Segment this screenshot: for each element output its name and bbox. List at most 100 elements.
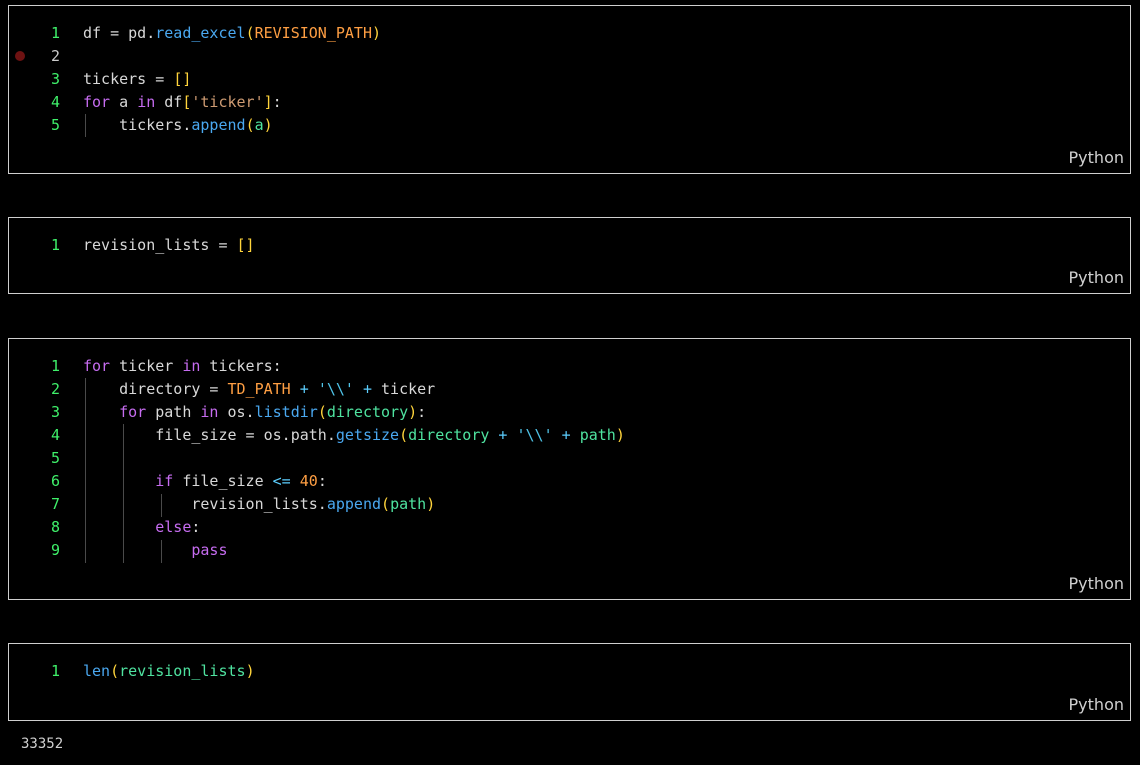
code-line[interactable]: 5: [9, 447, 1130, 470]
code-token: +: [290, 380, 318, 398]
code-token: in: [137, 93, 156, 111]
code-token: ): [615, 426, 625, 444]
code-line[interactable]: 4 file_size = os.path.getsize(directory …: [9, 424, 1130, 447]
line-number: 5: [50, 449, 60, 467]
code-cell-3[interactable]: 1 for ticker in tickers: 2 directory = TD_…: [8, 338, 1131, 600]
code-token: directory =: [83, 380, 228, 398]
line-number: 2: [50, 47, 60, 65]
code-cell-2[interactable]: 1 revision_lists = [] Python: [8, 217, 1131, 294]
code-token: listdir: [254, 403, 318, 421]
code-token: df = pd.: [83, 24, 156, 42]
code-token: ): [263, 116, 273, 134]
code-line[interactable]: 6 if file_size <= 40:: [9, 470, 1130, 493]
code-line[interactable]: 1 df = pd.read_excel(REVISION_PATH): [9, 22, 1130, 45]
code-token: []: [173, 70, 192, 88]
line-number: 9: [50, 541, 60, 559]
code-token: os.: [218, 403, 255, 421]
code-line[interactable]: 9 pass: [9, 539, 1130, 562]
code-token: if: [155, 472, 174, 490]
code-text[interactable]: revision_lists = []: [83, 234, 255, 257]
code-token: ): [408, 403, 418, 421]
code-text[interactable]: if file_size <= 40:: [83, 470, 327, 493]
indent-guide: [161, 540, 162, 563]
code-line[interactable]: 4 for a in df['ticker']:: [9, 91, 1130, 114]
code-text[interactable]: tickers.append(a): [83, 114, 273, 137]
line-number: 8: [50, 518, 60, 536]
code-line[interactable]: 5 tickers.append(a): [9, 114, 1130, 137]
code-token: TD_PATH: [227, 380, 291, 398]
code-line[interactable]: 1 len(revision_lists): [9, 660, 1130, 683]
code-token: tickers.: [83, 116, 192, 134]
code-token: :: [417, 403, 427, 421]
code-text[interactable]: for a in df['ticker']:: [83, 91, 282, 114]
code-cell-1[interactable]: 1 df = pd.read_excel(REVISION_PATH) 2 3 tick…: [8, 5, 1131, 174]
code-token: append: [191, 116, 246, 134]
code-line[interactable]: 8 else:: [9, 516, 1130, 539]
code-token: '\\': [317, 380, 354, 398]
line-number: 4: [50, 426, 60, 444]
line-number: 3: [50, 403, 60, 421]
code-line[interactable]: 7 revision_lists.append(path): [9, 493, 1130, 516]
code-text[interactable]: pass: [83, 539, 228, 562]
code-line[interactable]: 1 for ticker in tickers:: [9, 355, 1130, 378]
code-token: directory: [408, 426, 490, 444]
line-number: 3: [50, 70, 60, 88]
code-token: len: [83, 662, 111, 680]
code-token: file_size: [173, 472, 273, 490]
code-text[interactable]: revision_lists.append(path): [83, 493, 435, 516]
code-token: else: [155, 518, 192, 536]
indent-guide: [161, 494, 162, 517]
code-text[interactable]: for path in os.listdir(directory):: [83, 401, 426, 424]
code-token: +: [552, 426, 580, 444]
code-token: ticker: [381, 380, 436, 398]
code-line[interactable]: 2: [9, 45, 1130, 68]
code-token: getsize: [335, 426, 400, 444]
code-text[interactable]: len(revision_lists): [83, 660, 255, 683]
indent-guide: [123, 424, 124, 563]
code-token: ): [426, 495, 436, 513]
code-text[interactable]: else:: [83, 516, 200, 539]
code-token: a: [254, 116, 264, 134]
code-token: ): [245, 662, 255, 680]
line-number: 1: [50, 24, 60, 42]
code-token: a: [110, 93, 138, 111]
code-token: 'ticker': [191, 93, 264, 111]
code-token: (: [399, 426, 409, 444]
cell-output: 33352: [21, 736, 64, 752]
code-token: df: [155, 93, 183, 111]
line-number: 1: [50, 662, 60, 680]
code-token: for: [83, 357, 111, 375]
code-token: (: [381, 495, 391, 513]
language-label[interactable]: Python: [1069, 268, 1124, 287]
code-token: path: [579, 426, 616, 444]
code-token: :: [191, 518, 201, 536]
language-label[interactable]: Python: [1069, 574, 1124, 593]
code-text[interactable]: for ticker in tickers:: [83, 355, 282, 378]
language-label[interactable]: Python: [1069, 148, 1124, 167]
code-token: <=: [272, 472, 291, 490]
indent-guide: [85, 378, 86, 563]
code-token: '\\': [516, 426, 553, 444]
code-text[interactable]: df = pd.read_excel(REVISION_PATH): [83, 22, 381, 45]
code-text[interactable]: file_size = os.path.getsize(directory + …: [83, 424, 625, 447]
code-line[interactable]: 3 for path in os.listdir(directory):: [9, 401, 1130, 424]
code-token: in: [200, 403, 219, 421]
code-cell-4[interactable]: 1 len(revision_lists) Python: [8, 643, 1131, 721]
code-line[interactable]: 2 directory = TD_PATH + '\\' + ticker: [9, 378, 1130, 401]
line-number: 2: [50, 380, 60, 398]
line-number: 5: [50, 116, 60, 134]
language-label[interactable]: Python: [1069, 695, 1124, 714]
code-line[interactable]: 1 revision_lists = []: [9, 234, 1130, 257]
code-token: path: [390, 495, 427, 513]
code-text[interactable]: directory = TD_PATH + '\\' + ticker: [83, 378, 435, 401]
code-line[interactable]: 3 tickers = []: [9, 68, 1130, 91]
code-token: for: [83, 93, 111, 111]
code-token: pass: [191, 541, 228, 559]
code-text[interactable]: tickers = []: [83, 68, 191, 91]
code-token: (: [245, 24, 255, 42]
